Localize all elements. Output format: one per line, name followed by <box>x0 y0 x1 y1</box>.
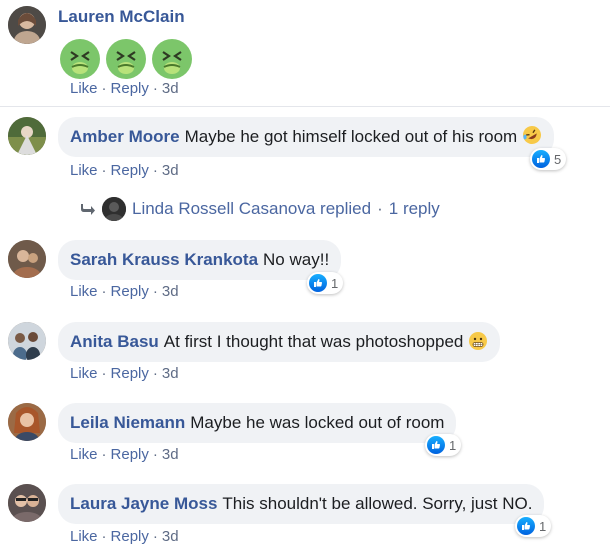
comment-bubble: Sarah Krauss Krankota No way!! <box>58 240 342 280</box>
separator: · <box>152 80 158 97</box>
thumbs-up-icon <box>427 436 445 454</box>
separator: · <box>152 365 158 382</box>
avatar[interactable] <box>8 6 46 44</box>
comment-actions: Like · Reply · 3d <box>70 365 179 382</box>
separator: · <box>101 365 107 382</box>
separator: · <box>101 528 107 545</box>
thumbs-up-icon <box>532 150 550 168</box>
reaction-number: 1 <box>449 437 457 453</box>
comment-author[interactable]: Anita Basu <box>70 332 159 351</box>
view-replies-link[interactable]: Linda Rossell Casanova replied · 1 reply <box>80 197 440 221</box>
replies-count: 1 reply <box>388 199 440 218</box>
avatar[interactable] <box>8 240 46 278</box>
replies-text: Linda Rossell Casanova replied <box>132 199 372 218</box>
avatar <box>102 197 126 221</box>
separator: · <box>101 283 107 300</box>
comment-bubble: Anita Basu At first I thought that was ph… <box>58 322 501 362</box>
comment-text: This shouldn't be allowed. Sorry, just N… <box>222 494 533 513</box>
separator: · <box>101 446 107 463</box>
sticker-row <box>58 37 194 81</box>
reply-link[interactable]: Reply <box>111 162 149 179</box>
reaction-count[interactable]: 1 <box>425 434 462 456</box>
reaction-number: 1 <box>331 275 339 291</box>
reaction-count[interactable]: 5 <box>530 148 567 170</box>
rofl-emoji-icon <box>522 126 541 144</box>
avatar[interactable] <box>8 484 46 522</box>
avatar[interactable] <box>8 403 46 441</box>
like-link[interactable]: Like <box>70 528 98 545</box>
timestamp[interactable]: 3d <box>162 162 179 179</box>
thumbs-up-icon <box>309 274 327 292</box>
comment-author[interactable]: Sarah Krauss Krankota <box>70 250 258 269</box>
comment-actions: Like · Reply · 3d <box>70 283 179 300</box>
reaction-count[interactable]: 1 <box>307 272 344 294</box>
comment-bubble: Amber Moore Maybe he got himself locked o… <box>58 117 554 157</box>
separator: · <box>377 199 383 218</box>
comment-actions: Like · Reply · 3d <box>70 446 179 463</box>
avatar[interactable] <box>8 322 46 360</box>
comment-text: Maybe he got himself locked out of his r… <box>184 127 518 146</box>
separator: · <box>152 162 158 179</box>
comment-author[interactable]: Lauren McClain <box>58 7 185 27</box>
comment-actions: Like · Reply · 3d <box>70 80 179 97</box>
grimacing-emoji-icon <box>469 332 488 350</box>
nauseated-face-icon <box>106 39 146 79</box>
reply-link[interactable]: Reply <box>111 365 149 382</box>
reply-link[interactable]: Reply <box>111 283 149 300</box>
reply-arrow-icon <box>81 204 95 215</box>
separator: · <box>101 162 107 179</box>
nauseated-face-icon <box>152 39 192 79</box>
reaction-number: 5 <box>554 151 562 167</box>
reply-link[interactable]: Reply <box>111 528 149 545</box>
comment-actions: Like · Reply · 3d <box>70 162 179 179</box>
comment-text: At first I thought that was photoshopped <box>163 332 464 351</box>
like-link[interactable]: Like <box>70 162 98 179</box>
section-divider <box>0 106 610 107</box>
comment-bubble: Laura Jayne Moss This shouldn't be allowe… <box>58 484 545 524</box>
timestamp[interactable]: 3d <box>162 283 179 300</box>
comment-author[interactable]: Leila Niemann <box>70 413 185 432</box>
comment-bubble: Leila Niemann Maybe he was locked out of … <box>58 403 457 443</box>
separator: · <box>152 446 158 463</box>
separator: · <box>152 283 158 300</box>
avatar[interactable] <box>8 117 46 155</box>
comment-text: Maybe he was locked out of room <box>190 413 445 432</box>
comment-author[interactable]: Laura Jayne Moss <box>70 494 217 513</box>
timestamp[interactable]: 3d <box>162 446 179 463</box>
like-link[interactable]: Like <box>70 446 98 463</box>
comment-author[interactable]: Amber Moore <box>70 127 180 146</box>
separator: · <box>152 528 158 545</box>
like-link[interactable]: Like <box>70 283 98 300</box>
nauseated-face-icon <box>60 39 100 79</box>
timestamp[interactable]: 3d <box>162 528 179 545</box>
like-link[interactable]: Like <box>70 80 98 97</box>
like-link[interactable]: Like <box>70 365 98 382</box>
reaction-count[interactable]: 1 <box>515 515 552 537</box>
reaction-number: 1 <box>539 518 547 534</box>
reply-link[interactable]: Reply <box>111 446 149 463</box>
separator: · <box>101 80 107 97</box>
timestamp[interactable]: 3d <box>162 365 179 382</box>
reply-link[interactable]: Reply <box>111 80 149 97</box>
timestamp[interactable]: 3d <box>162 80 179 97</box>
thumbs-up-icon <box>517 517 535 535</box>
comment-text: No way!! <box>263 250 330 269</box>
comment-actions: Like · Reply · 3d <box>70 528 179 545</box>
